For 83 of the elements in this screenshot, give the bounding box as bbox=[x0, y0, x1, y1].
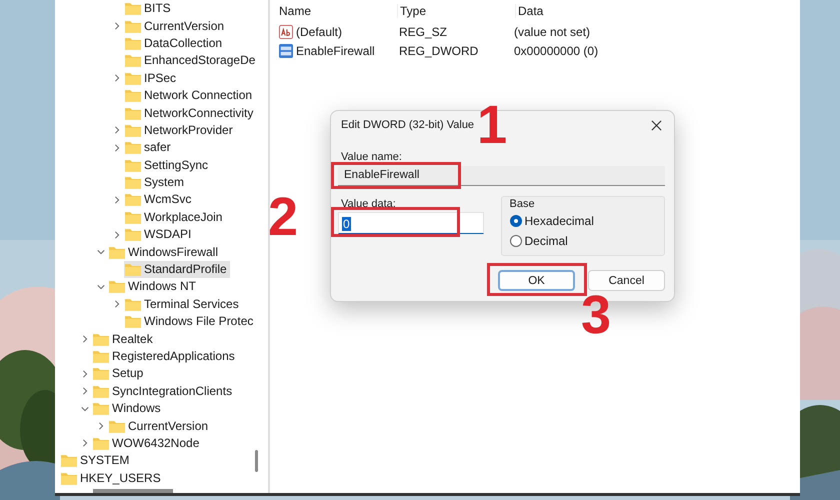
column-header[interactable]: Name bbox=[270, 4, 397, 18]
folder-icon bbox=[109, 280, 125, 294]
tree-item[interactable]: System bbox=[124, 174, 188, 192]
tree-item[interactable]: Terminal Services bbox=[124, 296, 242, 313]
field-label: Value name: bbox=[341, 150, 402, 165]
folder-icon bbox=[125, 124, 141, 137]
scrollbar-thumb[interactable] bbox=[93, 489, 173, 493]
folder-icon bbox=[61, 472, 77, 485]
folder-icon bbox=[93, 402, 109, 416]
string-value-icon bbox=[279, 24, 293, 38]
step-number: 1 bbox=[477, 98, 508, 152]
cancel-button[interactable]: Cancel bbox=[588, 270, 665, 291]
tree-item[interactable]: WSDAPI bbox=[124, 226, 194, 244]
folder-icon bbox=[125, 54, 141, 68]
tree-item[interactable]: safer bbox=[124, 139, 174, 156]
tree-item[interactable]: DataCollection bbox=[124, 34, 226, 52]
step-number: 3 bbox=[581, 288, 612, 342]
column-header[interactable]: Type bbox=[397, 4, 515, 18]
tree-item[interactable]: SyncIntegrationClients bbox=[92, 382, 236, 400]
binary-value-icon bbox=[279, 44, 293, 58]
folder-icon bbox=[125, 176, 141, 190]
folder-icon bbox=[125, 106, 141, 120]
folder-icon bbox=[125, 210, 141, 224]
folder-icon bbox=[125, 263, 141, 276]
radio-button[interactable]: Decimal bbox=[510, 231, 568, 251]
folder-icon bbox=[125, 315, 141, 328]
tree-item[interactable]: RegisteredApplications bbox=[92, 348, 238, 365]
folder-icon bbox=[125, 72, 141, 85]
tree-item[interactable]: WorkplaceJoin bbox=[124, 208, 226, 226]
tree-item[interactable]: WcmSvc bbox=[124, 191, 194, 208]
folder-icon bbox=[125, 20, 141, 33]
tree-item[interactable]: Windows bbox=[92, 400, 164, 418]
folder-icon bbox=[125, 158, 141, 172]
folder-icon bbox=[125, 193, 141, 206]
tree-item[interactable]: StandardProfile bbox=[124, 261, 230, 278]
group-label: Base bbox=[510, 197, 535, 211]
value-name: (Default) bbox=[296, 24, 342, 38]
folder-icon bbox=[125, 228, 141, 242]
folder-icon bbox=[93, 436, 109, 450]
folder-icon bbox=[93, 367, 109, 380]
scrollbar-thumb[interactable] bbox=[255, 450, 258, 472]
tree-item[interactable]: CurrentVersion bbox=[108, 418, 212, 435]
value-data: (value not set) bbox=[514, 24, 592, 38]
ok-button[interactable]: OK bbox=[498, 270, 575, 291]
folder-icon bbox=[61, 454, 77, 468]
tree-item[interactable]: WindowsFirewall bbox=[108, 244, 222, 261]
folder-icon bbox=[109, 246, 125, 259]
tree-item[interactable]: HKEY_USERS bbox=[60, 470, 164, 487]
tree-item[interactable]: Realtek bbox=[92, 330, 156, 348]
folder-icon bbox=[109, 420, 125, 433]
column-header[interactable]: Data bbox=[515, 4, 718, 18]
radio-button[interactable]: Hexadecimal bbox=[510, 211, 594, 231]
tree-item[interactable]: SYSTEM bbox=[60, 452, 132, 470]
value-data-field[interactable]: 0 bbox=[338, 212, 484, 234]
value-name-field[interactable]: EnableFirewall bbox=[338, 166, 665, 186]
folder-icon bbox=[125, 89, 141, 102]
tree-item[interactable]: WOW6432Node bbox=[92, 434, 202, 452]
folder-icon bbox=[125, 141, 141, 154]
close-icon[interactable] bbox=[651, 120, 662, 130]
value-type: REG_SZ bbox=[398, 24, 448, 38]
folder-icon bbox=[93, 350, 109, 363]
tree-item[interactable]: Windows NT bbox=[108, 278, 200, 296]
folder-icon bbox=[93, 332, 109, 346]
tree-item[interactable]: EnhancedStorageDe bbox=[124, 52, 258, 70]
tree-item[interactable]: SettingSync bbox=[124, 156, 212, 174]
folder-icon bbox=[93, 384, 109, 398]
value-type: REG_DWORD bbox=[398, 44, 480, 58]
tree-item[interactable]: CurrentVersion bbox=[124, 18, 228, 35]
tree-item[interactable]: NetworkProvider bbox=[124, 122, 236, 139]
dialog-title: Edit DWORD (32-bit) Value bbox=[341, 119, 474, 131]
folder-icon bbox=[125, 298, 141, 311]
folder-icon bbox=[125, 2, 141, 16]
tree-item[interactable]: NetworkConnectivity bbox=[124, 104, 256, 122]
field-label: Value data: bbox=[341, 197, 396, 212]
tree-item[interactable]: Network Connection bbox=[124, 87, 256, 104]
tree-item[interactable]: BITS bbox=[124, 0, 174, 18]
step-number: 2 bbox=[268, 190, 298, 244]
folder-icon bbox=[125, 36, 141, 50]
tree-item[interactable]: Setup bbox=[92, 365, 146, 382]
value-data: 0x00000000 (0) bbox=[514, 44, 600, 58]
value-name: EnableFirewall bbox=[296, 44, 375, 58]
tree-item[interactable]: IPSec bbox=[124, 70, 180, 87]
tree-item[interactable]: Windows File Protec bbox=[124, 313, 256, 330]
